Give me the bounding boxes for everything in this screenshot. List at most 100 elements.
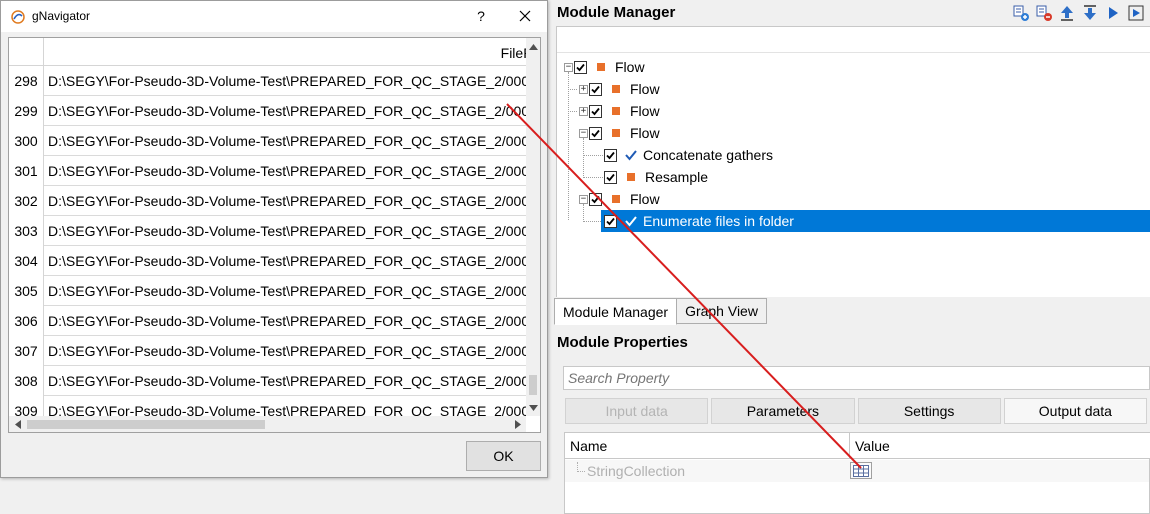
- tree-item-flow-root[interactable]: Flow: [574, 56, 645, 78]
- table-body: 298 D:\SEGY\For-Pseudo-3D-Volume-Test\PRE…: [9, 66, 526, 416]
- table-row[interactable]: 299 D:\SEGY\For-Pseudo-3D-Volume-Test\PRE…: [9, 96, 526, 126]
- checkbox-icon[interactable]: [574, 60, 587, 74]
- row-number: 301: [9, 156, 44, 186]
- filepath-table[interactable]: FilePath 298D:\SEGY\For-Pseudo-3D-Volume…: [8, 37, 541, 433]
- row-number: 303: [9, 216, 44, 246]
- scroll-thumb[interactable]: [27, 420, 265, 429]
- horizontal-scrollbar[interactable]: [9, 416, 526, 432]
- gnavigator-dialog: gNavigator ? FilePath 298D:\SEGY\For-Pse…: [0, 0, 548, 478]
- dialog-titlebar[interactable]: gNavigator ?: [1, 1, 547, 32]
- tab-input-data: Input data: [565, 398, 709, 424]
- module-properties-tabs: Input data Parameters Settings Output da…: [565, 398, 1150, 424]
- table-row[interactable]: 298 D:\SEGY\For-Pseudo-3D-Volume-Test\PRE…: [9, 66, 526, 96]
- tab-output-data[interactable]: Output data: [1003, 398, 1147, 424]
- property-grid: Name Value StringCollection: [564, 432, 1150, 514]
- row-number: 299: [9, 96, 44, 126]
- collapse-icon[interactable]: −: [579, 129, 588, 138]
- row-filepath: D:\SEGY\For-Pseudo-3D-Volume-Test\PREPAR…: [48, 133, 526, 149]
- scroll-down-icon[interactable]: [526, 399, 540, 416]
- module-manager-toolbar: [1012, 2, 1145, 24]
- row-filepath: D:\SEGY\For-Pseudo-3D-Volume-Test\PREPAR…: [48, 253, 526, 269]
- collapse-icon[interactable]: −: [564, 63, 573, 72]
- tree-item-resample[interactable]: Resample: [604, 166, 708, 188]
- tree-item-concatenate-gathers[interactable]: Concatenate gathers: [604, 144, 773, 166]
- table-row[interactable]: 303 D:\SEGY\For-Pseudo-3D-Volume-Test\PRE…: [9, 216, 526, 246]
- dialog-title: gNavigator: [32, 9, 91, 23]
- flow-marker-icon: [612, 129, 620, 137]
- checkbox-icon[interactable]: [604, 214, 617, 228]
- row-filepath: D:\SEGY\For-Pseudo-3D-Volume-Test\PREPAR…: [48, 73, 526, 89]
- checkbox-icon[interactable]: [589, 126, 602, 140]
- tab-parameters[interactable]: Parameters: [711, 398, 855, 424]
- checkbox-icon[interactable]: [589, 192, 602, 206]
- flow-marker-icon: [612, 85, 620, 93]
- row-filepath: D:\SEGY\For-Pseudo-3D-Volume-Test\PREPAR…: [48, 343, 526, 359]
- value-column-header[interactable]: Value: [850, 433, 1150, 459]
- scroll-right-icon[interactable]: [509, 416, 526, 432]
- tree-item-flow-4[interactable]: Flow: [589, 188, 660, 210]
- scroll-left-icon[interactable]: [9, 416, 26, 432]
- row-number: 309: [9, 396, 44, 416]
- module-check-icon: [625, 149, 637, 161]
- checkbox-icon[interactable]: [589, 104, 602, 118]
- row-filepath: D:\SEGY\For-Pseudo-3D-Volume-Test\PREPAR…: [48, 223, 526, 239]
- gnavigator-logo-icon: [10, 10, 26, 24]
- help-button[interactable]: ?: [471, 5, 491, 27]
- tab-graph-view[interactable]: Graph View: [676, 298, 767, 324]
- tab-module-manager[interactable]: Module Manager: [554, 298, 678, 325]
- tab-settings[interactable]: Settings: [857, 398, 1001, 424]
- row-filepath: D:\SEGY\For-Pseudo-3D-Volume-Test\PREPAR…: [48, 103, 526, 119]
- row-number: 298: [9, 66, 44, 96]
- scroll-up-icon[interactable]: [526, 38, 540, 55]
- table-icon[interactable]: [850, 462, 872, 479]
- remove-module-icon[interactable]: [1035, 4, 1053, 22]
- row-filepath: D:\SEGY\For-Pseudo-3D-Volume-Test\PREPAR…: [48, 193, 526, 209]
- module-marker-icon: [627, 173, 635, 181]
- vertical-scrollbar[interactable]: [526, 38, 540, 416]
- search-property-input[interactable]: [563, 366, 1150, 390]
- flow-marker-icon: [612, 107, 620, 115]
- checkbox-icon[interactable]: [604, 170, 617, 184]
- row-filepath: D:\SEGY\For-Pseudo-3D-Volume-Test\PREPAR…: [48, 283, 526, 299]
- table-row[interactable]: 309 D:\SEGY\For-Pseudo-3D-Volume-Test\PRE…: [9, 396, 526, 416]
- tree-item-enumerate-files[interactable]: Enumerate files in folder: [601, 210, 1150, 232]
- collapse-icon[interactable]: −: [579, 195, 588, 204]
- table-corner[interactable]: [9, 38, 44, 66]
- table-row[interactable]: 304 D:\SEGY\For-Pseudo-3D-Volume-Test\PRE…: [9, 246, 526, 276]
- run-icon[interactable]: [1104, 4, 1122, 22]
- table-row[interactable]: 306 D:\SEGY\For-Pseudo-3D-Volume-Test\PRE…: [9, 306, 526, 336]
- expand-icon[interactable]: +: [579, 107, 588, 116]
- move-down-icon[interactable]: [1081, 4, 1099, 22]
- filepath-column-header[interactable]: FilePath: [44, 38, 526, 66]
- move-up-icon[interactable]: [1058, 4, 1076, 22]
- run-step-icon[interactable]: [1127, 4, 1145, 22]
- table-row[interactable]: 308 D:\SEGY\For-Pseudo-3D-Volume-Test\PRE…: [9, 366, 526, 396]
- module-tree[interactable]: − Flow + Flow + Flow − Flow Concatenate …: [556, 26, 1150, 297]
- module-manager-panel: Module Manager − Flow + Flow + Flow − Fl…: [550, 0, 1150, 514]
- row-number: 304: [9, 246, 44, 276]
- module-properties-title: Module Properties: [557, 334, 688, 351]
- tree-item-flow-3[interactable]: Flow: [589, 122, 660, 144]
- table-row[interactable]: 300 D:\SEGY\For-Pseudo-3D-Volume-Test\PRE…: [9, 126, 526, 156]
- scroll-thumb[interactable]: [529, 375, 537, 395]
- flow-marker-icon: [612, 195, 620, 203]
- ok-button[interactable]: OK: [466, 441, 541, 471]
- module-check-icon: [625, 215, 637, 227]
- name-column-header[interactable]: Name: [565, 433, 850, 459]
- table-row[interactable]: 301 D:\SEGY\For-Pseudo-3D-Volume-Test\PRE…: [9, 156, 526, 186]
- tree-item-flow-2[interactable]: Flow: [589, 100, 660, 122]
- table-row[interactable]: 305 D:\SEGY\For-Pseudo-3D-Volume-Test\PRE…: [9, 276, 526, 306]
- tree-header: [557, 27, 1150, 53]
- row-filepath: D:\SEGY\For-Pseudo-3D-Volume-Test\PREPAR…: [48, 403, 526, 416]
- tree-item-flow-1[interactable]: Flow: [589, 78, 660, 100]
- close-icon[interactable]: [513, 5, 537, 27]
- property-row[interactable]: StringCollection: [565, 460, 1149, 482]
- row-filepath: D:\SEGY\For-Pseudo-3D-Volume-Test\PREPAR…: [48, 163, 526, 179]
- add-module-icon[interactable]: [1012, 4, 1030, 22]
- row-number: 305: [9, 276, 44, 306]
- checkbox-icon[interactable]: [589, 82, 602, 96]
- table-row[interactable]: 302 D:\SEGY\For-Pseudo-3D-Volume-Test\PRE…: [9, 186, 526, 216]
- checkbox-icon[interactable]: [604, 148, 617, 162]
- expand-icon[interactable]: +: [579, 85, 588, 94]
- table-row[interactable]: 307 D:\SEGY\For-Pseudo-3D-Volume-Test\PRE…: [9, 336, 526, 366]
